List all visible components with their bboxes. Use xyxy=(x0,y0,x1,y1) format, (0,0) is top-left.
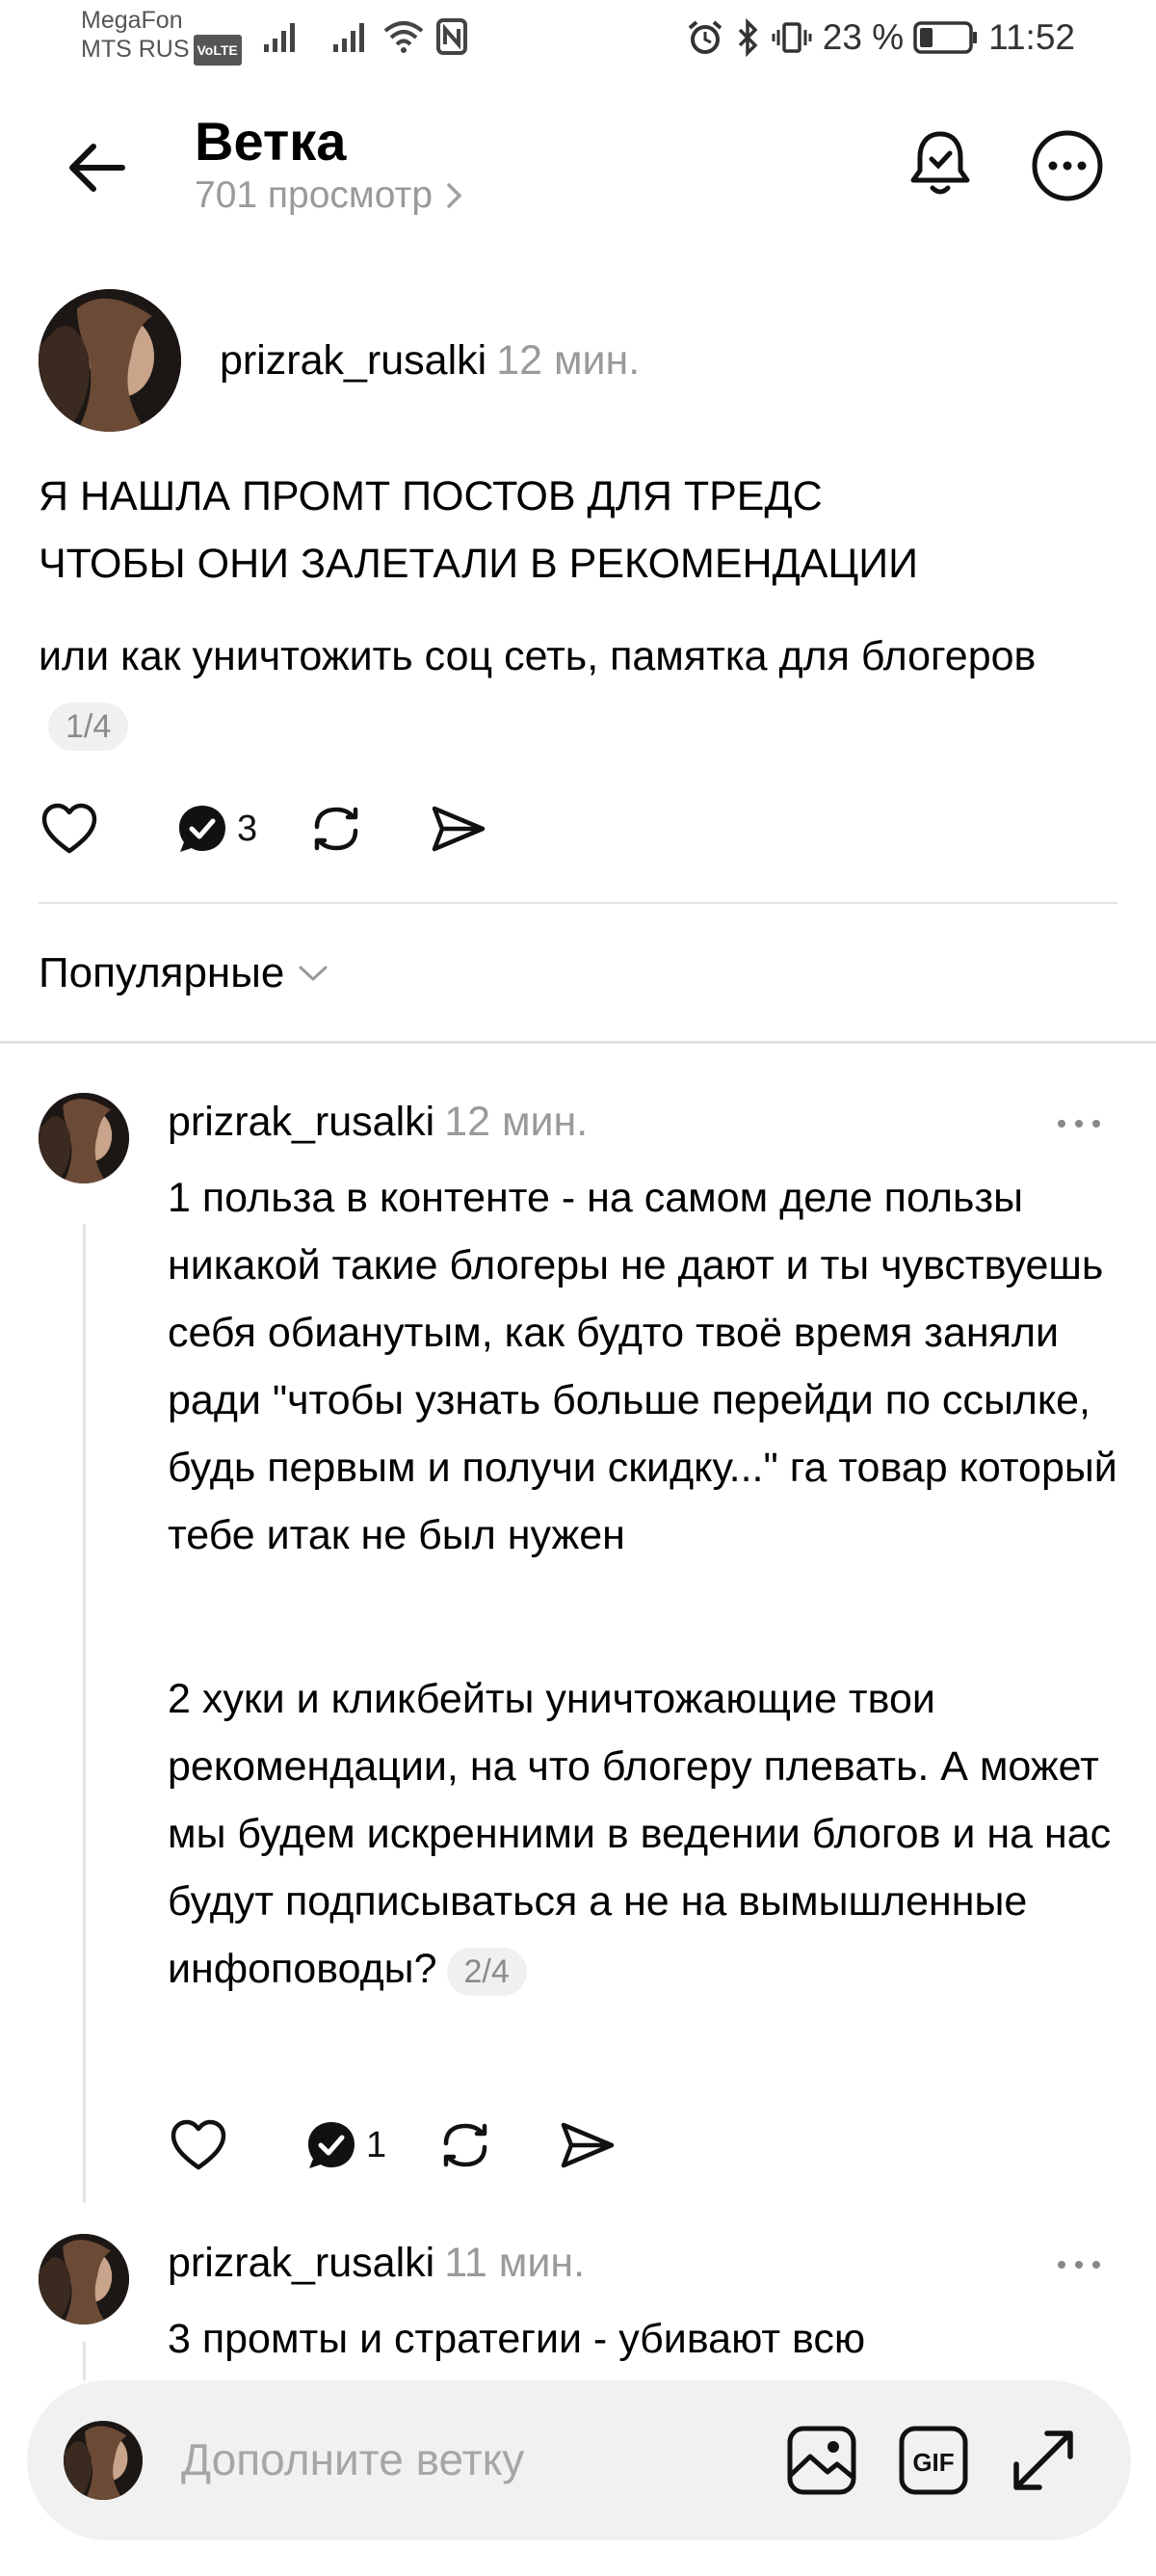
expand-icon xyxy=(1013,2430,1073,2490)
post-headline-line-1: Я НАШЛА ПРОМТ ПОСТОВ ДЛЯ ТРЕДС xyxy=(39,473,823,519)
sort-label: Популярные xyxy=(39,949,285,996)
views-count: 701 просмотр xyxy=(195,174,434,216)
post-actions: 3 xyxy=(39,790,486,867)
reply-paragraph-2-text: 2 хуки и кликбейты уничтожающие твои рек… xyxy=(168,1676,1112,1992)
repost-button[interactable] xyxy=(436,2107,494,2184)
back-button[interactable] xyxy=(60,131,133,204)
reply-bubble-icon xyxy=(179,806,225,852)
reply-username[interactable]: prizrak_rusalki xyxy=(168,2240,434,2286)
reply-time: 12 мин. xyxy=(444,1099,589,1145)
repost-icon xyxy=(314,807,358,851)
status-right: 23 % 11:52 xyxy=(686,13,1075,62)
bell-check-icon xyxy=(910,131,970,195)
avatar-photo xyxy=(39,2234,129,2324)
share-button[interactable] xyxy=(558,2107,616,2184)
more-dots-icon xyxy=(1058,1120,1100,1128)
section-divider xyxy=(0,1041,1156,1044)
alarm-icon xyxy=(688,20,722,54)
avatar-photo xyxy=(64,2421,143,2500)
thread-header: Ветка 701 просмотр xyxy=(0,96,1156,231)
gif-button[interactable]: GIF xyxy=(892,2419,975,2502)
bluetooth-icon xyxy=(738,18,758,57)
post-headline-line-2: ЧТОБЫ ОНИ ЗАЛЕТАЛИ В РЕКОМЕНДАЦИИ xyxy=(39,541,919,587)
carrier-info: MegaFon MTS RUS VoLTE xyxy=(81,6,242,66)
nfc-icon xyxy=(436,18,467,55)
post-author-line: prizrak_rusalki 12 мин. xyxy=(220,335,640,385)
vibrate-icon xyxy=(772,22,812,53)
battery-percent: 23 % xyxy=(822,17,905,57)
carrier-name-1: MegaFon xyxy=(81,7,183,34)
reply-count: 1 xyxy=(366,2124,387,2165)
signal-icon-2 xyxy=(333,23,364,52)
reply-composer[interactable]: Дополните ветку GIF xyxy=(27,2380,1131,2540)
composer-input[interactable]: Дополните ветку xyxy=(181,2430,524,2488)
author-avatar[interactable] xyxy=(39,289,181,432)
reply-paragraph-2: 2 хуки и кликбейты уничтожающие твои рек… xyxy=(168,1665,1121,2003)
arrow-left-icon xyxy=(69,144,125,192)
send-icon xyxy=(561,2122,615,2168)
chevron-down-icon xyxy=(299,966,328,982)
like-button[interactable] xyxy=(39,790,100,867)
gif-icon: GIF xyxy=(899,2426,968,2495)
reply-actions: 1 xyxy=(168,2107,616,2184)
reply-username[interactable]: prizrak_rusalki xyxy=(168,1099,434,1145)
more-options-button[interactable] xyxy=(1029,127,1106,204)
more-circle-icon xyxy=(1032,130,1103,201)
page-title: Ветка xyxy=(195,111,347,172)
reply-count: 3 xyxy=(237,808,258,849)
send-icon xyxy=(432,806,486,852)
reply-avatar[interactable] xyxy=(39,1093,129,1183)
repost-icon xyxy=(443,2123,487,2167)
reply-avatar[interactable] xyxy=(39,2234,129,2324)
signal-icon xyxy=(264,23,295,52)
share-button[interactable] xyxy=(429,790,486,867)
thread-line xyxy=(83,1224,86,2203)
chevron-right-icon xyxy=(447,183,462,208)
post-time: 12 мин. xyxy=(496,337,641,384)
avatar-photo xyxy=(39,1093,129,1183)
image-icon xyxy=(787,2426,856,2495)
composer-avatar xyxy=(64,2421,143,2500)
attach-image-button[interactable] xyxy=(780,2419,863,2502)
clock: 11:52 xyxy=(988,17,1075,57)
reply-author-line: prizrak_rusalki 11 мин. xyxy=(168,2238,585,2288)
wifi-icon xyxy=(383,21,424,53)
like-button[interactable] xyxy=(168,2107,229,2184)
expand-button[interactable] xyxy=(1002,2419,1085,2502)
heart-icon xyxy=(171,2119,226,2170)
more-dots-icon xyxy=(1058,2261,1100,2269)
reply-bubble-icon xyxy=(308,2122,355,2168)
reply-more-button[interactable] xyxy=(1050,1104,1108,1143)
post-username[interactable]: prizrak_rusalki xyxy=(220,337,486,384)
sort-dropdown[interactable]: Популярные xyxy=(39,944,328,1002)
reply-button[interactable]: 1 xyxy=(304,2107,386,2184)
post-body-text: или как уничтожить соц сеть, памятка для… xyxy=(39,633,1037,679)
notify-button[interactable] xyxy=(904,127,977,200)
status-bar: MegaFon MTS RUS VoLTE 23 % 11:52 xyxy=(0,0,1156,77)
post-body: или как уничтожить соц сеть, памятка для… xyxy=(39,623,1117,757)
volte-badge: VoLTE xyxy=(193,35,242,66)
reply-button[interactable]: 3 xyxy=(175,790,257,867)
battery-icon xyxy=(913,21,978,54)
reply-time: 11 мин. xyxy=(444,2240,586,2286)
reply-paragraph-1: 1 польза в контенте - на самом деле поль… xyxy=(168,1175,1117,1558)
page-indicator: 2/4 xyxy=(446,1947,527,1996)
gif-label: GIF xyxy=(912,2448,954,2477)
avatar-photo xyxy=(39,289,181,432)
page-indicator: 1/4 xyxy=(48,702,129,751)
reply-more-button[interactable] xyxy=(1050,2245,1108,2284)
heart-icon xyxy=(41,803,97,854)
carrier-name-2: MTS RUS xyxy=(81,36,190,63)
thread-line xyxy=(83,2342,86,2380)
reply-author-line: prizrak_rusalki 12 мин. xyxy=(168,1097,588,1147)
reply-paragraph-1: 3 промты и стратегии - убивают всю xyxy=(168,2316,866,2362)
post-headline: Я НАШЛА ПРОМТ ПОСТОВ ДЛЯ ТРЕДС ЧТОБЫ ОНИ… xyxy=(39,463,1117,598)
views-link[interactable]: 701 просмотр xyxy=(195,173,463,218)
repost-button[interactable] xyxy=(307,790,365,867)
divider xyxy=(39,902,1117,904)
